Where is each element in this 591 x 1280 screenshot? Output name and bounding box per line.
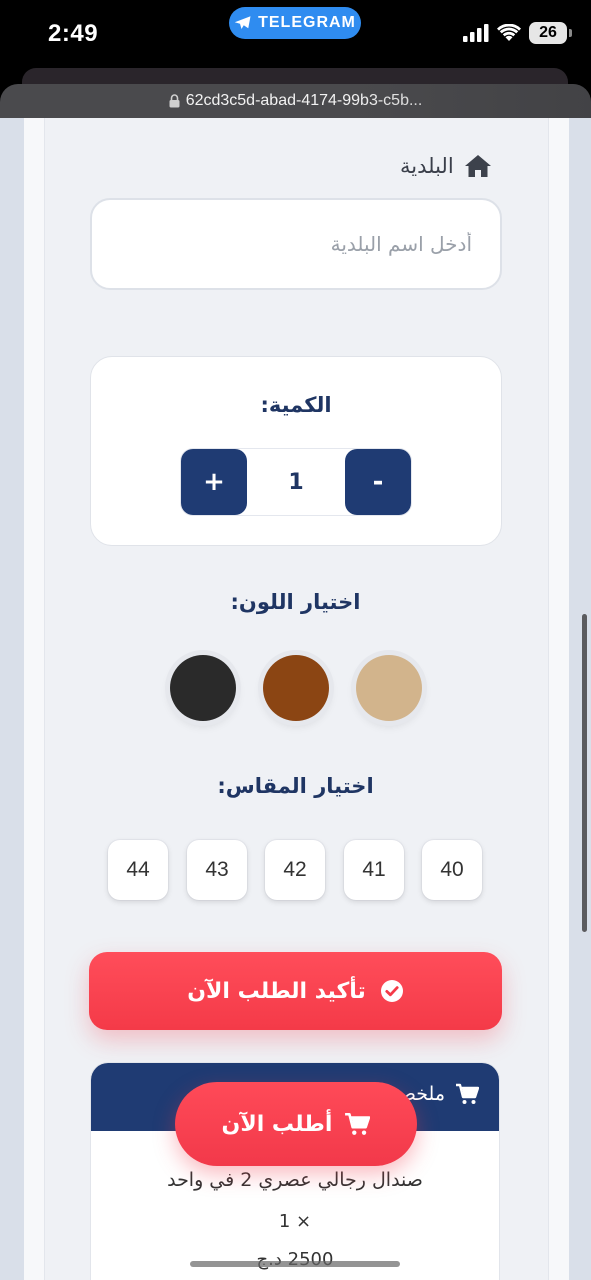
confirm-order-label: تأكيد الطلب الآن [187,978,366,1004]
color-swatch-brown[interactable] [263,655,329,721]
status-time: 2:49 [48,20,99,47]
summary-product-name: صندال رجالي عصري 2 في واحد [167,1169,423,1191]
cart-icon [345,1112,371,1135]
url-text: 62cd3c5d-abad-4174-99b3-c5b... [185,92,423,109]
telegram-pill-label: TELEGRAM [258,14,356,31]
quantity-label: الكمية: [260,393,332,417]
size-section-title: اختيار المقاس: [217,774,374,798]
confirm-order-button[interactable]: تأكيد الطلب الآن [89,952,502,1030]
wifi-icon [497,24,521,41]
cart-icon [456,1083,479,1104]
order-now-label: أطلب الآن [221,1111,333,1137]
order-now-floating-button[interactable]: أطلب الآن [175,1082,417,1166]
page: البلدية الكمية: + 1 - اختيار اللون: اختي… [0,118,591,1280]
quantity-card: الكمية: + 1 - [90,356,502,546]
quantity-stepper: + 1 - [181,449,411,515]
page-scrollbar[interactable] [582,614,587,932]
status-icons: 26 [463,22,572,44]
battery-indicator: 26 [529,22,572,44]
municipality-field-box [90,198,502,290]
size-option-41[interactable]: 41 [344,840,404,900]
lock-icon [169,94,180,108]
status-bar: 2:49 TELEGRAM 26 [0,0,591,70]
quantity-value[interactable]: 1 [247,449,345,515]
increment-button[interactable]: + [181,449,247,515]
color-swatch-beige[interactable] [356,655,422,721]
size-option-42[interactable]: 42 [265,840,325,900]
size-option-44[interactable]: 44 [108,840,168,900]
telegram-icon [234,16,251,29]
home-indicator [190,1261,400,1267]
decrement-button[interactable]: - [345,449,411,515]
municipality-input[interactable] [92,231,474,257]
url-bar[interactable]: 62cd3c5d-abad-4174-99b3-c5b... [0,84,591,118]
signal-icon [463,24,489,42]
color-section-title: اختيار اللون: [230,590,361,614]
summary-quantity: × 1 [278,1211,312,1232]
municipality-label: البلدية [400,154,454,178]
check-circle-icon [380,980,403,1002]
size-option-43[interactable]: 43 [187,840,247,900]
size-option-40[interactable]: 40 [422,840,482,900]
telegram-pill[interactable]: TELEGRAM [229,7,361,39]
municipality-label-row: البلدية [400,154,492,178]
color-swatch-black[interactable] [170,655,236,721]
home-icon [464,155,491,177]
